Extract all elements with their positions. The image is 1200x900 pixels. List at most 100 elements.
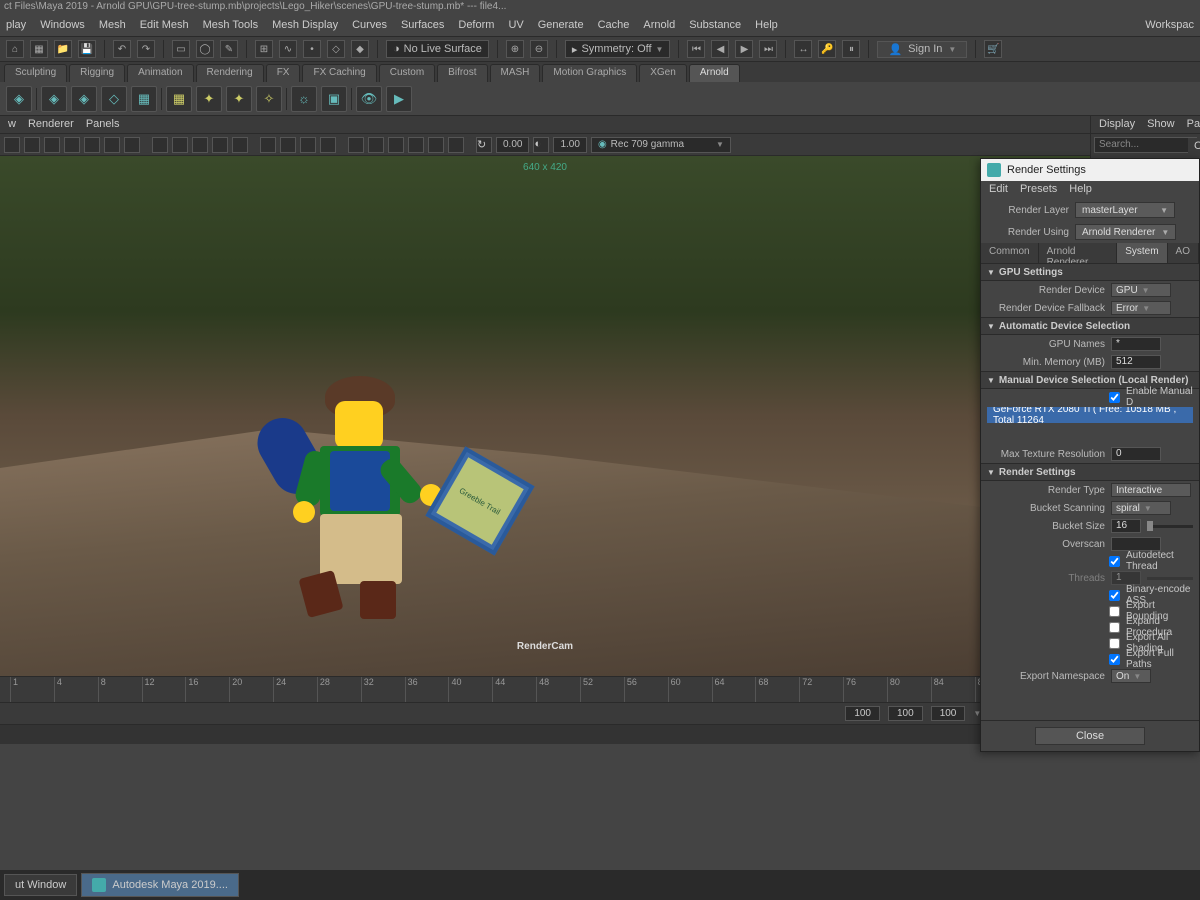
marketplace-icon[interactable]: 🛒 — [984, 40, 1002, 58]
vp-btn-17[interactable] — [348, 137, 364, 153]
vp-menu-view[interactable]: w — [8, 118, 16, 131]
play-end-icon[interactable]: ⏭ — [759, 40, 777, 58]
vp-colorspace-dropdown[interactable]: ◉Rec 709 gamma▼ — [591, 137, 731, 153]
shelf-icon-5[interactable]: ▦ — [131, 86, 157, 112]
menu-mesh-display[interactable]: Mesh Display — [272, 19, 338, 33]
vp-btn-18[interactable] — [368, 137, 384, 153]
home-icon[interactable]: ⌂ — [6, 40, 24, 58]
vp-exposure-field[interactable]: 0.00 — [496, 137, 529, 153]
hist-off-icon[interactable]: ⊖ — [530, 40, 548, 58]
rs-tab-common[interactable]: Common — [981, 243, 1039, 263]
autodetect-threads-checkbox[interactable] — [1109, 556, 1120, 567]
shelf-tab-xgen[interactable]: XGen — [639, 64, 687, 82]
vp-btn-21[interactable] — [428, 137, 444, 153]
shelf-icon-6[interactable]: ▦ — [166, 86, 192, 112]
vp-gamma-field[interactable]: 1.00 — [553, 137, 586, 153]
bucket-size-input[interactable]: 16 — [1111, 519, 1141, 533]
workspace-label[interactable]: Workspac — [1145, 19, 1194, 33]
vp-menu-panels[interactable]: Panels — [86, 118, 120, 131]
rs-tab-system[interactable]: System — [1117, 243, 1167, 263]
range-end-outer[interactable]: 100 — [888, 706, 923, 721]
menu-play[interactable]: play — [6, 19, 26, 33]
render-device-dropdown[interactable]: GPU▼ — [1111, 283, 1171, 297]
export-bb-checkbox[interactable] — [1109, 606, 1120, 617]
shelf-tab-fx[interactable]: FX — [266, 64, 301, 82]
shelf-tab-custom[interactable]: Custom — [379, 64, 435, 82]
snap-grid-icon[interactable]: ⊞ — [255, 40, 273, 58]
shelf-icon-9[interactable]: ✧ — [256, 86, 282, 112]
shelf-icon-13[interactable]: ▶ — [386, 86, 412, 112]
vp-btn-14[interactable] — [280, 137, 296, 153]
outliner-search[interactable]: Search... — [1094, 137, 1197, 153]
menu-arnold[interactable]: Arnold — [643, 19, 675, 33]
snap-plane-icon[interactable]: ◇ — [327, 40, 345, 58]
paint-icon[interactable]: ✎ — [220, 40, 238, 58]
menu-windows[interactable]: Windows — [40, 19, 85, 33]
menu-deform[interactable]: Deform — [458, 19, 494, 33]
render-layer-dropdown[interactable]: masterLayer▼ — [1075, 202, 1175, 218]
menu-surfaces[interactable]: Surfaces — [401, 19, 444, 33]
vp-btn-20[interactable] — [408, 137, 424, 153]
play-back-icon[interactable]: ◀ — [711, 40, 729, 58]
rs-menu-presets[interactable]: Presets — [1020, 183, 1057, 197]
save-icon[interactable]: 💾 — [78, 40, 96, 58]
range-end-extra[interactable]: 100 — [931, 706, 966, 721]
play-fwd-icon[interactable]: ▶ — [735, 40, 753, 58]
vp-btn-12[interactable] — [232, 137, 248, 153]
construction-icon[interactable]: ⊕ — [506, 40, 524, 58]
taskbar-item-maya[interactable]: Autodesk Maya 2019.... — [81, 873, 239, 897]
shelf-icon-2[interactable]: ◈ — [41, 86, 67, 112]
outliner-menu-show[interactable]: Show — [1147, 118, 1175, 131]
menu-curves[interactable]: Curves — [352, 19, 387, 33]
outliner-menu-panels[interactable]: Panels — [1187, 118, 1200, 131]
menu-edit-mesh[interactable]: Edit Mesh — [140, 19, 189, 33]
shelf-icon-4[interactable]: ◇ — [101, 86, 127, 112]
min-memory-input[interactable]: 512 — [1111, 355, 1161, 369]
binary-ass-checkbox[interactable] — [1109, 590, 1120, 601]
shelf-icon-7[interactable]: ✦ — [196, 86, 222, 112]
export-shading-checkbox[interactable] — [1109, 638, 1120, 649]
shelf-tab-mash[interactable]: MASH — [490, 64, 541, 82]
close-button[interactable]: Close — [1035, 727, 1145, 745]
new-icon[interactable]: ▦ — [30, 40, 48, 58]
redo-icon[interactable]: ↷ — [137, 40, 155, 58]
gpu-names-input[interactable]: * — [1111, 337, 1161, 351]
vp-btn-15[interactable] — [300, 137, 316, 153]
render-view[interactable]: 640 x 420 Greeble Trail RenderCam — [0, 156, 1090, 676]
vp-btn-10[interactable] — [192, 137, 208, 153]
vp-btn-22[interactable] — [448, 137, 464, 153]
menu-substance[interactable]: Substance — [689, 19, 741, 33]
taskbar-item-output[interactable]: ut Window — [4, 874, 77, 896]
rs-menu-help[interactable]: Help — [1069, 183, 1092, 197]
select-icon[interactable]: ▭ — [172, 40, 190, 58]
vp-menu-renderer[interactable]: Renderer — [28, 118, 74, 131]
lasso-icon[interactable]: ◯ — [196, 40, 214, 58]
vp-btn-13[interactable] — [260, 137, 276, 153]
shelf-icon-10[interactable]: ☼ — [291, 86, 317, 112]
menu-mesh[interactable]: Mesh — [99, 19, 126, 33]
max-texture-input[interactable]: 0 — [1111, 447, 1161, 461]
render-type-dropdown[interactable]: Interactive — [1111, 483, 1191, 497]
play-start-icon[interactable]: ⏮ — [687, 40, 705, 58]
vp-btn-1[interactable] — [4, 137, 20, 153]
key-icon[interactable]: 🔑 — [818, 40, 836, 58]
vp-btn-19[interactable] — [388, 137, 404, 153]
range-end-inner[interactable]: 100 — [845, 706, 880, 721]
shelf-icon-12[interactable]: 👁 — [356, 86, 382, 112]
shelf-tab-rendering[interactable]: Rendering — [196, 64, 264, 82]
shelf-icon-3[interactable]: ◈ — [71, 86, 97, 112]
rs-tab-arnold[interactable]: Arnold Renderer — [1039, 243, 1118, 263]
menu-cache[interactable]: Cache — [598, 19, 630, 33]
shelf-tab-sculpting[interactable]: Sculpting — [4, 64, 67, 82]
section-gpu-settings[interactable]: ▼GPU Settings — [981, 263, 1199, 281]
channel-box-tab[interactable]: Chan — [1188, 138, 1200, 156]
snap-point-icon[interactable]: • — [303, 40, 321, 58]
section-auto-device[interactable]: ▼Automatic Device Selection — [981, 317, 1199, 335]
render-settings-titlebar[interactable]: Render Settings — [981, 159, 1199, 181]
bucket-scan-dropdown[interactable]: spiral▼ — [1111, 501, 1171, 515]
shelf-tab-animation[interactable]: Animation — [127, 64, 193, 82]
shelf-tab-fxcaching[interactable]: FX Caching — [302, 64, 376, 82]
export-paths-checkbox[interactable] — [1109, 654, 1120, 665]
snap-live-icon[interactable]: ◆ — [351, 40, 369, 58]
render-using-dropdown[interactable]: Arnold Renderer▼ — [1075, 224, 1176, 240]
